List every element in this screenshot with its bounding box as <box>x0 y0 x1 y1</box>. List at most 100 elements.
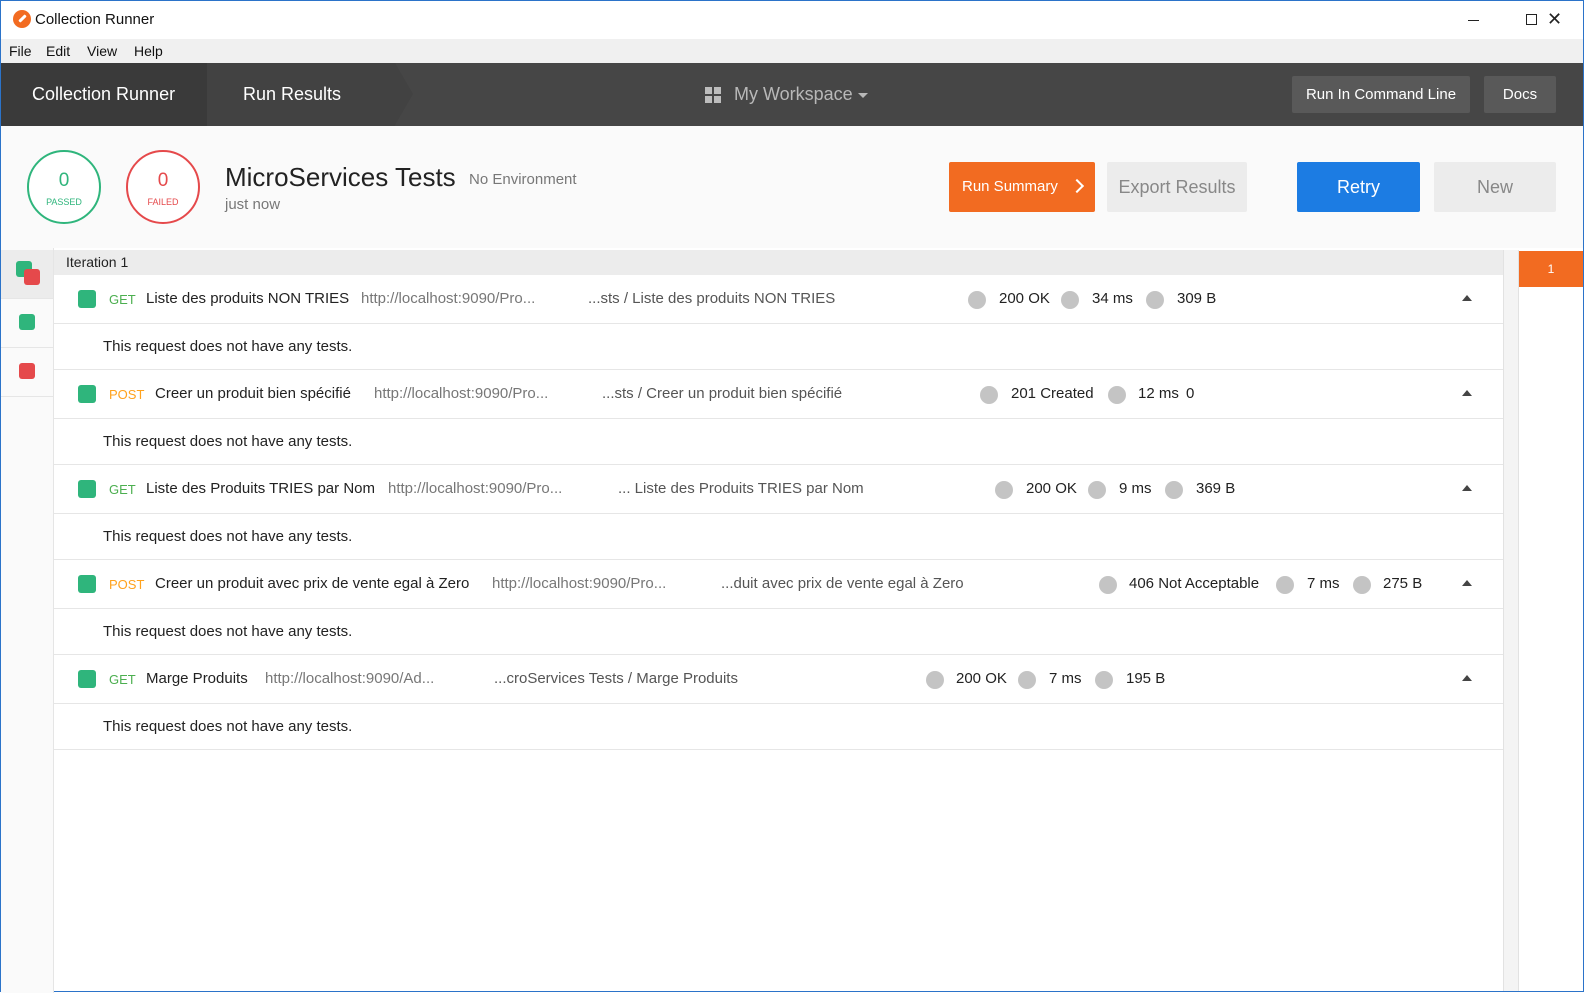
filter-passed[interactable] <box>1 299 53 347</box>
passed-counter: 0 PASSED <box>27 150 101 224</box>
response-time: 34 ms <box>1092 290 1133 307</box>
response-status: 200 OK <box>1026 480 1077 497</box>
passed-square-icon <box>19 314 35 330</box>
docs-button[interactable]: Docs <box>1484 76 1556 113</box>
response-size: 0 <box>1186 385 1195 402</box>
retry-button[interactable]: Retry <box>1297 162 1420 212</box>
request-method: POST <box>109 577 145 592</box>
request-tests-panel: This request does not have any tests. <box>54 419 1503 465</box>
failed-square-icon <box>24 269 40 285</box>
request-path: ...croServices Tests / Marge Produits <box>494 670 738 687</box>
breadcrumb-run-results[interactable]: Run Results <box>207 63 395 126</box>
status-dot-icon <box>926 671 944 689</box>
rail-divider <box>1 396 53 397</box>
failed-square-icon <box>19 363 35 379</box>
collapse-caret-icon[interactable] <box>1462 675 1472 681</box>
request-status-square <box>78 385 96 403</box>
response-size: 309 B <box>1177 290 1217 307</box>
response-time: 12 ms <box>1138 385 1179 402</box>
breadcrumb-collection-runner[interactable]: Collection Runner <box>1 63 209 126</box>
request-name: Creer un produit avec prix de vente egal… <box>155 575 470 592</box>
request-path: ...sts / Liste des produits NON TRIES <box>588 290 836 307</box>
response-status: 200 OK <box>999 290 1050 307</box>
size-dot-icon <box>1095 671 1113 689</box>
no-tests-message: This request does not have any tests. <box>103 433 353 450</box>
minimize-icon <box>1468 20 1479 21</box>
request-method: GET <box>109 672 136 687</box>
menu-file[interactable]: File <box>9 43 32 59</box>
request-row[interactable]: POST Creer un produit avec prix de vente… <box>54 560 1503 609</box>
response-size: 369 B <box>1196 480 1236 497</box>
time-dot-icon <box>1061 291 1079 309</box>
status-dot-icon <box>1099 576 1117 594</box>
no-tests-message: This request does not have any tests. <box>103 623 353 640</box>
time-dot-icon <box>1276 576 1294 594</box>
request-row[interactable]: POST Creer un produit bien spécifié http… <box>54 370 1503 419</box>
title-bar: Collection Runner ✕ <box>1 1 1583 39</box>
minimize-button[interactable] <box>1451 1 1509 39</box>
collapse-caret-icon[interactable] <box>1462 390 1472 396</box>
menu-help[interactable]: Help <box>134 43 163 59</box>
close-icon: ✕ <box>1547 9 1563 29</box>
workspace-selector[interactable]: My Workspace <box>734 84 853 105</box>
request-path: ...duit avec prix de vente egal à Zero <box>721 575 964 592</box>
collapse-caret-icon[interactable] <box>1462 485 1472 491</box>
iteration-marker[interactable]: 1 <box>1519 251 1583 287</box>
response-status: 201 Created <box>1011 385 1094 402</box>
request-path: ... Liste des Produits TRIES par Nom <box>618 480 864 497</box>
breadcrumb-separator <box>395 63 413 125</box>
new-button[interactable]: New <box>1434 162 1556 212</box>
iteration-header: Iteration 1 <box>54 250 1503 275</box>
request-name: Liste des produits NON TRIES <box>146 290 350 307</box>
chevron-down-icon[interactable] <box>858 93 868 98</box>
request-url: http://localhost:9090/Ad... <box>265 670 435 687</box>
time-dot-icon <box>1088 481 1106 499</box>
request-url: http://localhost:9090/Pro... <box>374 385 549 402</box>
filter-failed[interactable] <box>1 348 53 396</box>
run-summary-button[interactable]: Run Summary <box>949 162 1095 212</box>
environment-label: No Environment <box>469 171 577 188</box>
request-row[interactable]: GET Liste des produits NON TRIES http://… <box>54 275 1503 324</box>
no-tests-message: This request does not have any tests. <box>103 718 353 735</box>
size-dot-icon <box>1353 576 1371 594</box>
export-results-button[interactable]: Export Results <box>1107 162 1247 212</box>
request-name: Liste des Produits TRIES par Nom <box>146 480 375 497</box>
failed-count: 0 <box>157 170 169 191</box>
request-tests-panel: This request does not have any tests. <box>54 609 1503 655</box>
request-name: Marge Produits <box>146 670 248 687</box>
menu-view[interactable]: View <box>87 43 117 59</box>
request-url: http://localhost:9090/Pro... <box>361 290 536 307</box>
window-title: Collection Runner <box>35 11 155 28</box>
status-dot-icon <box>980 386 998 404</box>
request-tests-panel: This request does not have any tests. <box>54 324 1503 370</box>
runner-header: Collection Runner Run Results My Workspa… <box>1 63 1583 126</box>
close-button[interactable]: ✕ <box>1547 1 1583 39</box>
request-method: GET <box>109 482 136 497</box>
collapse-caret-icon[interactable] <box>1462 580 1472 586</box>
filter-all[interactable] <box>1 250 53 298</box>
request-row[interactable]: GET Liste des Produits TRIES par Nom htt… <box>54 465 1503 514</box>
run-in-command-line-button[interactable]: Run In Command Line <box>1292 76 1470 113</box>
menu-bar: File Edit View Help <box>1 39 1583 63</box>
request-url: http://localhost:9090/Pro... <box>388 480 563 497</box>
collapse-caret-icon[interactable] <box>1462 295 1472 301</box>
request-row[interactable]: GET Marge Produits http://localhost:9090… <box>54 655 1503 704</box>
request-method: POST <box>109 387 145 402</box>
run-time: just now <box>225 196 281 213</box>
results-scrollbar[interactable] <box>1503 250 1518 991</box>
time-dot-icon <box>1108 386 1126 404</box>
request-status-square <box>78 575 96 593</box>
response-time: 9 ms <box>1119 480 1152 497</box>
passed-label: PASSED <box>46 197 82 207</box>
response-time: 7 ms <box>1307 575 1340 592</box>
passed-count: 0 <box>58 170 70 191</box>
workspace-grid-icon <box>705 87 721 103</box>
no-tests-message: This request does not have any tests. <box>103 528 353 545</box>
chevron-right-icon <box>1069 178 1085 194</box>
status-dot-icon <box>995 481 1013 499</box>
menu-edit[interactable]: Edit <box>46 43 70 59</box>
request-tests-panel: This request does not have any tests. <box>54 704 1503 750</box>
request-status-square <box>78 290 96 308</box>
request-url: http://localhost:9090/Pro... <box>492 575 667 592</box>
request-name: Creer un produit bien spécifié <box>155 385 351 402</box>
